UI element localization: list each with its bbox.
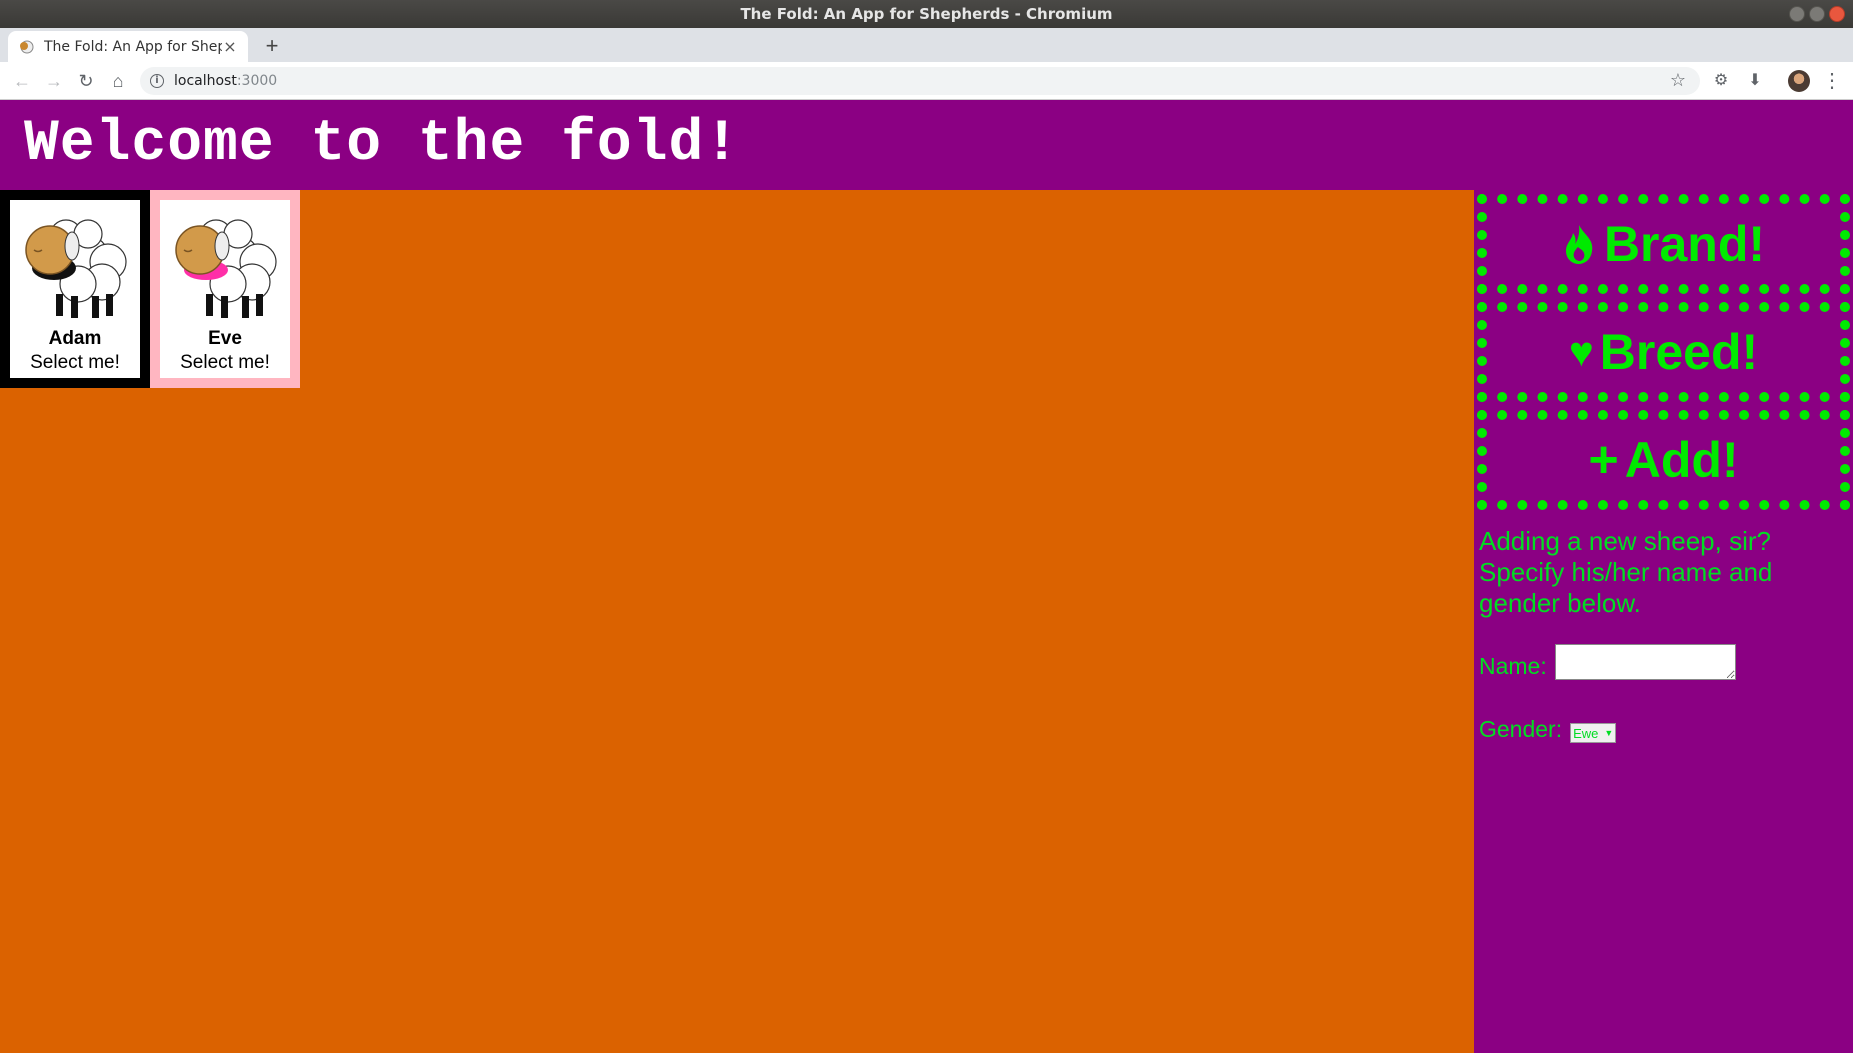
brand-button[interactable]: Brand! xyxy=(1477,194,1850,294)
window-title: The Fold: An App for Shepherds - Chromiu… xyxy=(740,5,1113,23)
sheep-card-inner: Eve Select me! xyxy=(160,200,290,378)
page-header: Welcome to the fold! xyxy=(0,100,1853,190)
browser-tab[interactable]: The Fold: An App for Shep × xyxy=(8,31,248,62)
extension-icon[interactable]: ⚙ xyxy=(1710,70,1732,92)
download-icon[interactable]: ⬇ xyxy=(1744,70,1766,92)
minimize-button[interactable] xyxy=(1789,6,1805,22)
select-sheep-link[interactable]: Select me! xyxy=(30,352,120,374)
heart-icon: ♥ xyxy=(1568,328,1594,375)
action-sidebar: Brand! ♥ Breed! + Add! Adding a new shee… xyxy=(1474,190,1853,1053)
home-icon[interactable]: ⌂ xyxy=(106,69,130,93)
add-sheep-message: Adding a new sheep, sir? Specify his/her… xyxy=(1479,526,1773,618)
browser-toolbar: ← → ↻ ⌂ i localhost:3000 ☆ ⚙ ⬇ ⋮ xyxy=(0,62,1853,100)
tab-title: The Fold: An App for Shep xyxy=(44,38,222,55)
sheep-name: Adam xyxy=(48,328,102,349)
url-port: :3000 xyxy=(236,73,278,89)
gender-label: Gender: xyxy=(1479,716,1563,742)
name-input[interactable] xyxy=(1554,644,1736,680)
forward-icon[interactable]: → xyxy=(42,69,66,93)
breed-button-label: Breed! xyxy=(1599,324,1759,380)
gender-field-row: Gender: Ewe ▼ xyxy=(1479,716,1617,743)
reload-icon[interactable]: ↻ xyxy=(74,69,98,93)
tab-strip: The Fold: An App for Shep × + xyxy=(0,28,1853,62)
sheep-card-adam[interactable]: Adam Select me! xyxy=(0,190,150,388)
window-titlebar: The Fold: An App for Shepherds - Chromiu… xyxy=(0,0,1853,28)
name-field-row: Name: xyxy=(1479,644,1736,680)
profile-avatar-icon[interactable] xyxy=(1788,70,1810,92)
new-tab-button[interactable]: + xyxy=(258,32,286,60)
chevron-down-icon: ▼ xyxy=(1604,728,1614,738)
back-icon[interactable]: ← xyxy=(10,69,34,93)
tab-close-icon[interactable]: × xyxy=(222,37,238,56)
sheep-favicon-icon xyxy=(20,40,34,53)
name-label: Name: xyxy=(1479,653,1547,679)
url-host: localhost xyxy=(174,73,237,89)
sheep-ram-icon xyxy=(25,219,127,318)
sheep-card-eve[interactable]: Eve Select me! xyxy=(150,190,300,388)
browser-menu-icon[interactable]: ⋮ xyxy=(1822,69,1842,93)
close-window-button[interactable] xyxy=(1829,6,1845,22)
plus-icon: + xyxy=(1588,431,1619,489)
address-bar[interactable]: i localhost:3000 ☆ xyxy=(140,67,1700,95)
page-content: Welcome to the fold! Adam Select me! Eve… xyxy=(0,100,1853,1053)
maximize-button[interactable] xyxy=(1809,6,1825,22)
sheep-name: Eve xyxy=(208,328,242,349)
sheep-ewe-icon xyxy=(175,219,277,318)
add-button[interactable]: + Add! xyxy=(1477,410,1850,510)
brand-button-label: Brand! xyxy=(1603,216,1766,272)
window-controls xyxy=(1789,6,1845,22)
add-button-label: Add! xyxy=(1624,432,1739,488)
bookmark-star-icon[interactable]: ☆ xyxy=(1670,67,1686,95)
gender-selected-value: Ewe xyxy=(1573,725,1599,741)
fold-area: Adam Select me! Eve Select me! xyxy=(0,190,1474,1053)
gender-select[interactable]: Ewe ▼ xyxy=(1570,723,1617,743)
fire-icon xyxy=(1565,225,1593,264)
page-title: Welcome to the fold! xyxy=(24,112,741,177)
site-info-icon[interactable]: i xyxy=(150,74,164,88)
sheep-card-inner: Adam Select me! xyxy=(10,200,140,378)
breed-button[interactable]: ♥ Breed! xyxy=(1477,302,1850,402)
select-sheep-link[interactable]: Select me! xyxy=(180,352,270,374)
